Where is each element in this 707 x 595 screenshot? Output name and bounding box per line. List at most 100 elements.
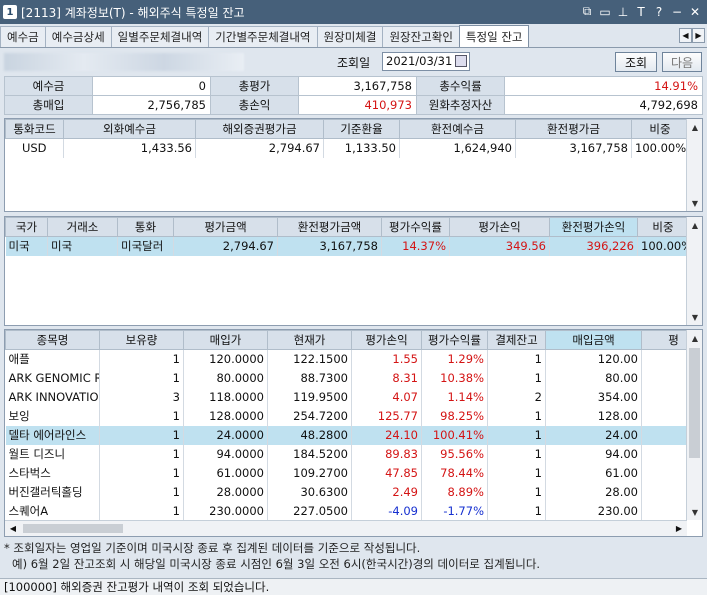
country-grid[interactable]: 국가 거래소 통화 평가금액 환전평가금액 평가수익률 평가손익 환전평가손익 … (4, 216, 703, 326)
calendar-icon[interactable] (455, 55, 467, 67)
cell: 24.00 (545, 425, 642, 445)
cell: 미국 (47, 236, 118, 256)
scroll-up-icon[interactable]: ▲ (687, 119, 702, 135)
scroll-down-icon[interactable]: ▼ (687, 504, 702, 520)
vertical-scrollbar[interactable]: ▲ ▼ (686, 330, 702, 520)
column-header[interactable]: 환전평가손익 (549, 217, 638, 237)
cell: 보잉 (5, 406, 100, 426)
tab-scroll-left-icon[interactable]: ◀ (679, 28, 692, 43)
summary-label: 총매입 (4, 95, 93, 115)
tab-daily-orders[interactable]: 일별주문체결내역 (110, 26, 210, 47)
column-header[interactable]: 매입금액 (545, 330, 642, 350)
table-row[interactable]: 버진갤러틱홀딩 1 28.0000 30.6300 2.49 8.89% 1 28.00 (5, 482, 702, 502)
column-header[interactable]: 통화 (117, 217, 174, 237)
column-header[interactable]: 종목명 (5, 330, 100, 350)
summary-value: 410,973 (298, 95, 417, 115)
tab-unfilled[interactable]: 원장미체결 (316, 26, 384, 47)
column-header[interactable]: 보유량 (99, 330, 184, 350)
cell: 349.56 (449, 236, 550, 256)
table-row[interactable]: 월트 디즈니 1 94.0000 184.5200 89.83 95.56% 1 94.00 (5, 444, 702, 464)
minimize-icon[interactable]: − (669, 3, 685, 20)
cell: 109.2700 (267, 463, 352, 483)
date-input[interactable]: 2021/03/31 (382, 52, 470, 71)
cell: 1.55 (351, 349, 422, 369)
cell: 1 (487, 406, 546, 426)
table-row[interactable]: 미국 미국 미국달러 2,794.67 3,167,758 14.37% 349… (5, 236, 689, 256)
cell: 2,794.67 (173, 236, 278, 256)
table-row[interactable]: 보잉 1 128.0000 254.7200 125.77 98.25% 1 128.00 (5, 406, 702, 426)
column-header[interactable]: 평가손익 (351, 330, 422, 350)
pin-icon[interactable]: ⊥ (615, 3, 631, 20)
horizontal-scrollbar[interactable]: ◀ ▶ (5, 520, 687, 536)
tab-deposit-detail[interactable]: 예수금상세 (44, 26, 112, 47)
cell: 미국달러 (117, 236, 174, 256)
table-row[interactable]: 델타 에어라인스 1 24.0000 48.2800 24.10 100.41% 1 24.0… (5, 425, 702, 445)
cell: 89.83 (351, 444, 422, 464)
tab-scroll-right-icon[interactable]: ▶ (692, 28, 705, 43)
scroll-down-icon[interactable]: ▼ (687, 195, 702, 211)
column-header[interactable]: 매입가 (183, 330, 268, 350)
vertical-scrollbar[interactable]: ▲ ▼ (686, 119, 702, 211)
table-row[interactable]: 애플 1 120.0000 122.1500 1.55 1.29% 1 120.00 (5, 349, 702, 369)
cell: 61.00 (545, 463, 642, 483)
table-row[interactable]: ARK GENOMIC REV180.000088.73008.3110.38%… (5, 368, 702, 388)
scroll-down-icon[interactable]: ▼ (687, 309, 702, 325)
column-header[interactable]: 통화코드 (5, 119, 64, 139)
column-header[interactable]: 국가 (5, 217, 48, 237)
tab-specific-date-balance[interactable]: 특정일 잔고 (458, 25, 530, 47)
column-header[interactable]: 평가손익 (449, 217, 550, 237)
window-icon[interactable]: ▭ (597, 3, 613, 20)
table-row[interactable]: 스타벅스 1 61.0000 109.2700 47.85 78.44% 1 61.00 (5, 463, 702, 483)
column-header[interactable]: 기준환율 (323, 119, 400, 139)
cell: 델타 에어라인스 (5, 425, 100, 445)
summary-label: 예수금 (4, 76, 93, 96)
search-button[interactable]: 조회 (615, 52, 657, 72)
summary-label: 원화추정자산 (416, 95, 505, 115)
tab-period-orders[interactable]: 기간별주문체결내역 (208, 26, 318, 47)
column-header[interactable]: 거래소 (47, 217, 118, 237)
table-row[interactable]: 스퀘어A 1 230.0000 227.0500 -4.09 -1.77% 1 230.00 (5, 501, 702, 521)
column-header[interactable]: 해외증권평가금 (195, 119, 324, 139)
cell: 1.14% (421, 387, 488, 407)
currency-grid[interactable]: 통화코드 외화예수금 해외증권평가금 기준환율 환전예수금 환전평가금 비중 U… (4, 118, 703, 212)
tab-deposit[interactable]: 예수금 (0, 26, 46, 47)
table-row[interactable]: USD 1,433.56 2,794.67 1,133.50 1,624,940… (5, 138, 689, 158)
column-header[interactable]: 평가수익률 (421, 330, 488, 350)
scroll-right-icon[interactable]: ▶ (671, 521, 687, 536)
scroll-left-icon[interactable]: ◀ (5, 521, 21, 536)
column-header[interactable]: 환전평가금액 (277, 217, 382, 237)
scrollbar-thumb[interactable] (23, 524, 123, 533)
font-icon[interactable]: T (633, 3, 649, 20)
column-header[interactable]: 비중 (631, 119, 689, 139)
scroll-up-icon[interactable]: ▲ (687, 217, 702, 233)
column-header[interactable]: 환전예수금 (399, 119, 516, 139)
table-row[interactable]: ARK INNOVATION 3 118.0000 119.9500 4.07 1.14%… (5, 387, 702, 407)
help-icon[interactable]: ? (651, 3, 667, 20)
column-header[interactable]: 외화예수금 (63, 119, 196, 139)
column-header[interactable]: 환전평가금 (515, 119, 632, 139)
vertical-scrollbar[interactable]: ▲ ▼ (686, 217, 702, 325)
cell: 4.07 (351, 387, 422, 407)
close-icon[interactable]: ✕ (687, 3, 703, 20)
cell: 10.38% (421, 368, 488, 388)
stock-grid[interactable]: 종목명 보유량 매입가 현재가 평가손익 평가수익률 결제잔고 매입금액 평 애플 1 120.00… (4, 329, 703, 537)
column-header[interactable]: 결제잔고 (487, 330, 546, 350)
column-header[interactable]: 현재가 (267, 330, 352, 350)
tab-balance-check[interactable]: 원장잔고확인 (382, 26, 460, 47)
cell: 3,167,758 (515, 138, 632, 158)
scrollbar-thumb[interactable] (689, 348, 700, 458)
summary-label: 총손익 (210, 95, 299, 115)
column-header[interactable]: 평가수익률 (381, 217, 450, 237)
cell: 61.0000 (183, 463, 268, 483)
cell: 100.41% (421, 425, 488, 445)
scroll-up-icon[interactable]: ▲ (687, 330, 702, 346)
column-header[interactable]: 평가금액 (173, 217, 278, 237)
cell: 1,133.50 (323, 138, 400, 158)
next-button[interactable]: 다음 (662, 52, 702, 72)
cell: 24.10 (351, 425, 422, 445)
account-selector[interactable] (4, 53, 244, 71)
note-line: 예) 6월 2일 잔고조회 시 해당일 미국시장 종료 시점인 6월 3일 오전… (12, 557, 541, 571)
window-icon[interactable]: ⧉ (579, 3, 595, 20)
column-header[interactable]: 비중 (637, 217, 689, 237)
summary-label: 총수익률 (416, 76, 505, 96)
